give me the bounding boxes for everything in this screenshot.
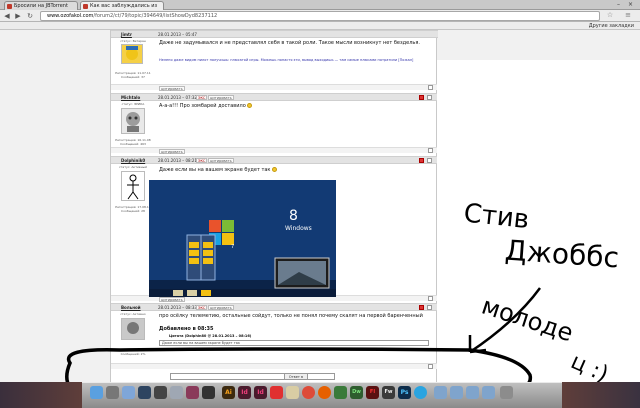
dock: Ai Id Id Dw Fl Fw Ps [82,382,562,408]
handwriting-line-3: молоде [478,292,576,348]
indesign-icon[interactable]: Id [238,386,251,399]
acrobat-icon[interactable] [270,386,283,399]
handwriting-overlay: Стив Джоббс молоде ц :) [65,198,620,408]
desktop-wallpaper [562,382,640,408]
handwriting-line-2: Джоббс [504,234,620,275]
music-icon[interactable] [186,386,199,399]
folder-icon[interactable] [434,386,447,399]
handwriting-line-1: Стив [462,198,530,235]
screen: Бросили на JBTorrent Как вас заблуждалис… [0,0,640,408]
preview-icon[interactable] [170,386,183,399]
monitor-icon[interactable] [202,386,215,399]
notes-icon[interactable] [286,386,299,399]
firefox-icon[interactable] [318,386,331,399]
indesign-icon[interactable]: Id [254,386,267,399]
photoshop-icon[interactable]: Ps [398,386,411,399]
appstore-icon[interactable] [138,386,151,399]
trash-icon[interactable] [500,386,513,399]
folder-icon[interactable] [450,386,463,399]
itunes-icon[interactable] [122,386,135,399]
chrome-icon[interactable] [302,386,315,399]
fireworks-icon[interactable]: Fw [382,386,395,399]
desktop-wallpaper [0,382,82,408]
skype-icon[interactable] [414,386,427,399]
folder-icon[interactable] [466,386,479,399]
flash-icon[interactable]: Fl [366,386,379,399]
illustrator-icon[interactable]: Ai [222,386,235,399]
photo-icon[interactable] [154,386,167,399]
evernote-icon[interactable] [334,386,347,399]
safari-icon[interactable] [106,386,119,399]
folder-icon[interactable] [482,386,495,399]
dreamweaver-icon[interactable]: Dw [350,386,363,399]
finder-icon[interactable] [90,386,103,399]
